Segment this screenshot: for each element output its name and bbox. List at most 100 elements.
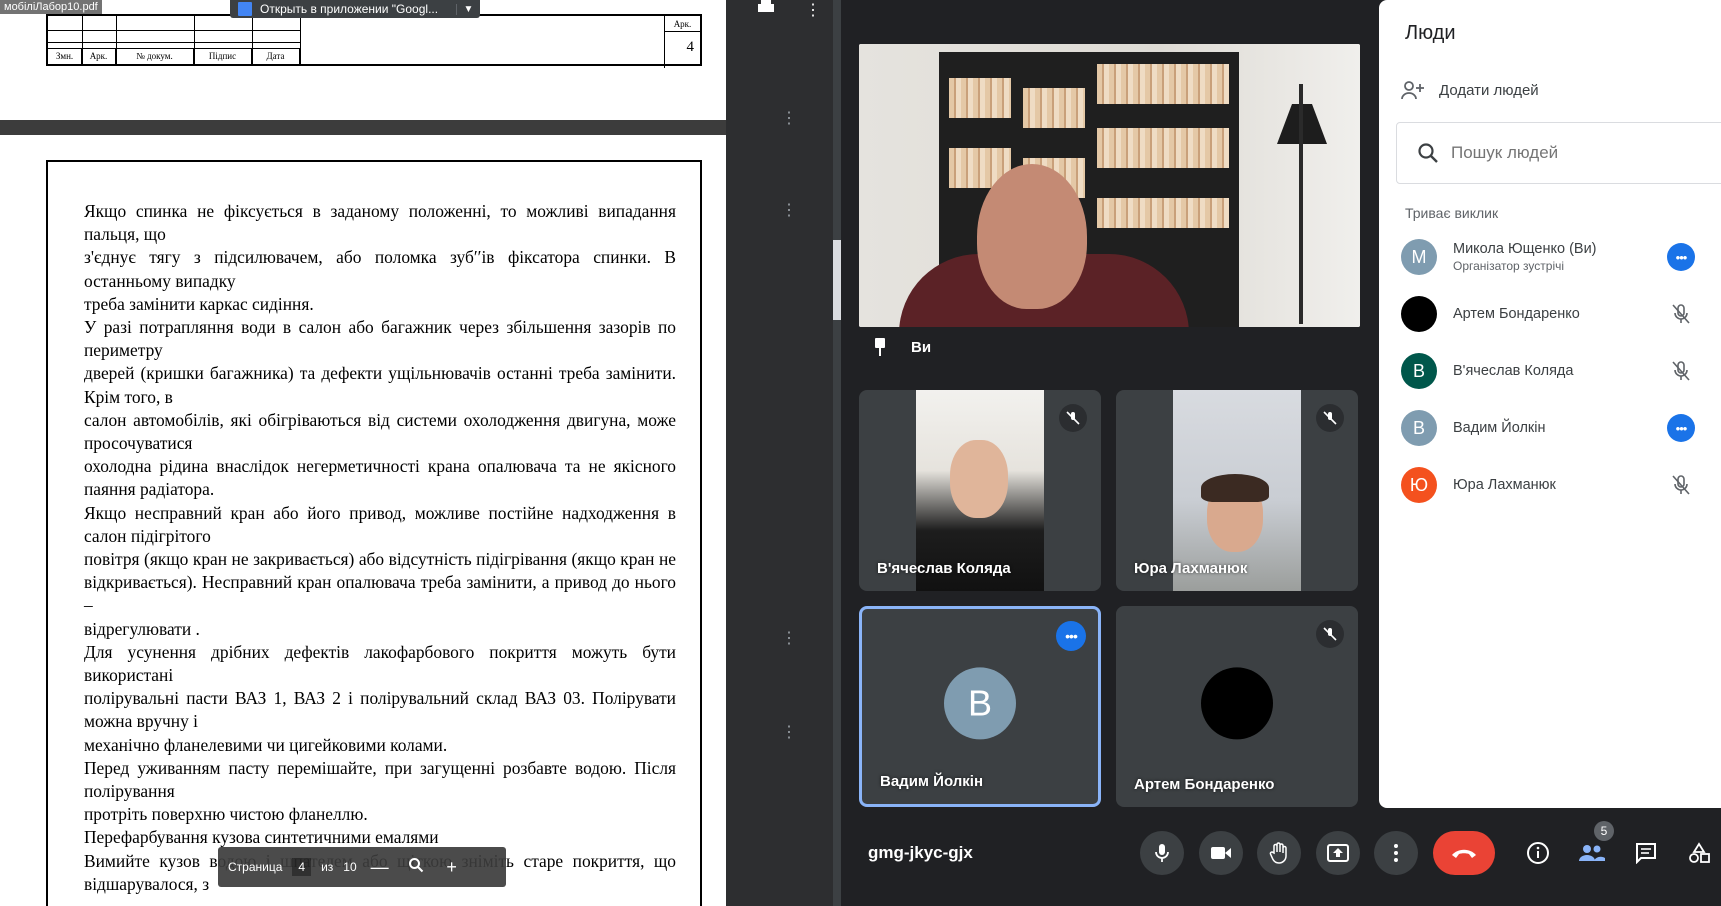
search-icon (1417, 142, 1439, 164)
more-options-icon[interactable]: ••• (1056, 621, 1086, 651)
zoom-in-button[interactable]: + (439, 857, 465, 878)
meeting-details-button[interactable] (1516, 831, 1560, 875)
stamp-divider (48, 42, 300, 43)
more-options-button[interactable] (1374, 831, 1418, 875)
participant-name: Вадим Йолкін (1453, 420, 1546, 436)
participant-role: Організатор зустрічі (1453, 259, 1565, 273)
participant-name: Артем Бондаренко (1453, 306, 1580, 322)
scrollbar-thumb[interactable] (833, 240, 841, 320)
participant-info: Микола Ющенко (Ви) Організатор зустрічі (1453, 241, 1667, 273)
more-vert-icon[interactable]: ⋮ (781, 108, 797, 128)
microphone-icon (1155, 844, 1169, 862)
person-add-icon (1401, 80, 1425, 100)
participant-name: В'ячеслав Коляда (877, 560, 1011, 577)
open-in-app-button[interactable]: Открыть в приложении "Googl... ▼ (230, 0, 480, 18)
hand-icon (1269, 842, 1287, 864)
mic-off-icon (1667, 471, 1695, 499)
participant-name: Юра Лахманюк (1134, 560, 1248, 577)
page-paragraph: з'єднує тягу з підсилювачем, або поломка… (84, 247, 676, 291)
mic-off-icon (1316, 620, 1344, 648)
people-icon (1579, 845, 1605, 861)
pdf-page-4: Якщо спинка не фіксується в заданому пол… (0, 135, 726, 906)
stamp-col-sign: Підпис (194, 49, 252, 64)
participant-info: В'ячеслав Коляда (1453, 363, 1667, 379)
participant-row[interactable]: М Микола Ющенко (Ви) Організатор зустрічі •… (1379, 229, 1721, 285)
more-vert-icon[interactable]: ⋮ (781, 200, 797, 220)
people-panel: Люди Додати людей Триває виклик М Микола … (1379, 0, 1721, 808)
participant-name: Юра Лахманюк (1453, 477, 1556, 493)
page-paragraph: механічно фланелевими чи цигейковими кол… (84, 734, 448, 755)
end-call-button[interactable] (1433, 831, 1495, 875)
search-people-field[interactable] (1396, 122, 1721, 184)
video-person-head (977, 164, 1087, 309)
page-paragraph: салон автомобілів, які обігріваються від… (84, 409, 676, 454)
google-docs-icon (238, 2, 252, 16)
present-icon (1327, 844, 1349, 862)
stamp-col-date: Дата (252, 49, 300, 64)
participant-row[interactable]: В Вадим Йолкін ••• (1379, 400, 1721, 456)
participant-row[interactable]: Артем Бондаренко (1379, 286, 1721, 342)
page-paragraph: Перед уживанням пасту перемішайте, при з… (84, 757, 676, 802)
mic-off-icon (1667, 300, 1695, 328)
chevron-down-icon[interactable]: ▼ (456, 3, 480, 15)
participant-name: Вадим Йолкін (880, 773, 984, 790)
pin-icon[interactable] (873, 338, 887, 356)
participant-row[interactable]: В В'ячеслав Коляда (1379, 343, 1721, 399)
participant-avatar: Ю (1401, 467, 1437, 503)
print-icon[interactable] (756, 0, 780, 16)
info-icon (1527, 842, 1549, 864)
background-chat-strip: ⋮ ⋮ ⋮ ⋮ (726, 0, 841, 906)
more-vert-icon[interactable]: ⋮ (781, 628, 797, 648)
pdf-filename: мобіліЛабор10.pdf (0, 0, 102, 14)
participant-name: Микола Ющенко (Ви) (1453, 241, 1597, 257)
stamp-sheet-cell: Арк. 4 (664, 16, 700, 68)
more-vert-icon[interactable]: ⋮ (781, 722, 797, 742)
page-paragraph: Для усунення дрібних дефектів лакофарбов… (84, 641, 676, 686)
participant-row[interactable]: Ю Юра Лахманюк (1379, 457, 1721, 513)
search-people-input[interactable] (1451, 143, 1701, 163)
scrollbar-track[interactable] (833, 0, 841, 906)
page-paragraph: відрегулювати . (84, 618, 200, 639)
video-face (950, 440, 1008, 518)
activities-button[interactable] (1677, 831, 1721, 875)
zoom-icon[interactable] (403, 857, 429, 878)
participant-info: Артем Бондаренко (1453, 306, 1667, 322)
participant-avatar: В (1401, 410, 1437, 446)
present-screen-button[interactable] (1316, 831, 1360, 875)
participant-tile[interactable]: В'ячеслав Коляда (859, 390, 1101, 591)
participant-tile[interactable]: Артем Бондаренко (1116, 606, 1358, 807)
participant-avatar (1201, 666, 1273, 739)
participant-tile[interactable]: Юра Лахманюк (1116, 390, 1358, 591)
video-hair (1201, 474, 1269, 502)
pdf-page-3: Змн. Арк. № докум. Підпис Дата Арк. 4 (0, 0, 726, 120)
mic-off-icon (1667, 357, 1695, 385)
stamp-divider (48, 30, 300, 31)
stamp-col-zmn: Змн. (48, 49, 82, 64)
page-paragraph: Якщо несправний кран або його привод, мо… (84, 502, 676, 546)
participants-count-badge: 5 (1594, 821, 1614, 841)
stamp-ark-label: Арк. (665, 16, 700, 32)
video-books (1097, 128, 1229, 168)
add-people-button[interactable]: Додати людей (1401, 80, 1539, 100)
chat-button[interactable] (1624, 831, 1668, 875)
camera-button[interactable] (1199, 831, 1243, 875)
video-lamp-pole (1299, 84, 1303, 324)
activities-icon (1689, 842, 1710, 863)
page-paragraph: дверей (кришки багажника) та дефекти ущі… (84, 363, 676, 407)
raise-hand-button[interactable] (1257, 831, 1301, 875)
participant-avatar (1401, 296, 1437, 332)
participant-tile-active[interactable]: В ••• Вадим Йолкін (859, 606, 1101, 807)
more-options-icon[interactable]: ••• (1667, 243, 1695, 271)
phone-hangup-icon (1452, 849, 1476, 858)
more-options-icon[interactable]: ••• (1667, 414, 1695, 442)
participant-info: Юра Лахманюк (1453, 477, 1667, 493)
microphone-button[interactable] (1140, 831, 1184, 875)
in-call-section-label: Триває виклик (1405, 205, 1499, 221)
zoom-out-button[interactable]: — (367, 857, 393, 878)
more-vert-icon[interactable]: ⋮ (805, 0, 821, 20)
video-person (899, 164, 1189, 327)
of-label: из (321, 860, 334, 874)
stamp-divider (300, 16, 301, 64)
current-page-input[interactable]: 4 (292, 858, 312, 876)
people-panel-title: Люди (1405, 22, 1456, 44)
